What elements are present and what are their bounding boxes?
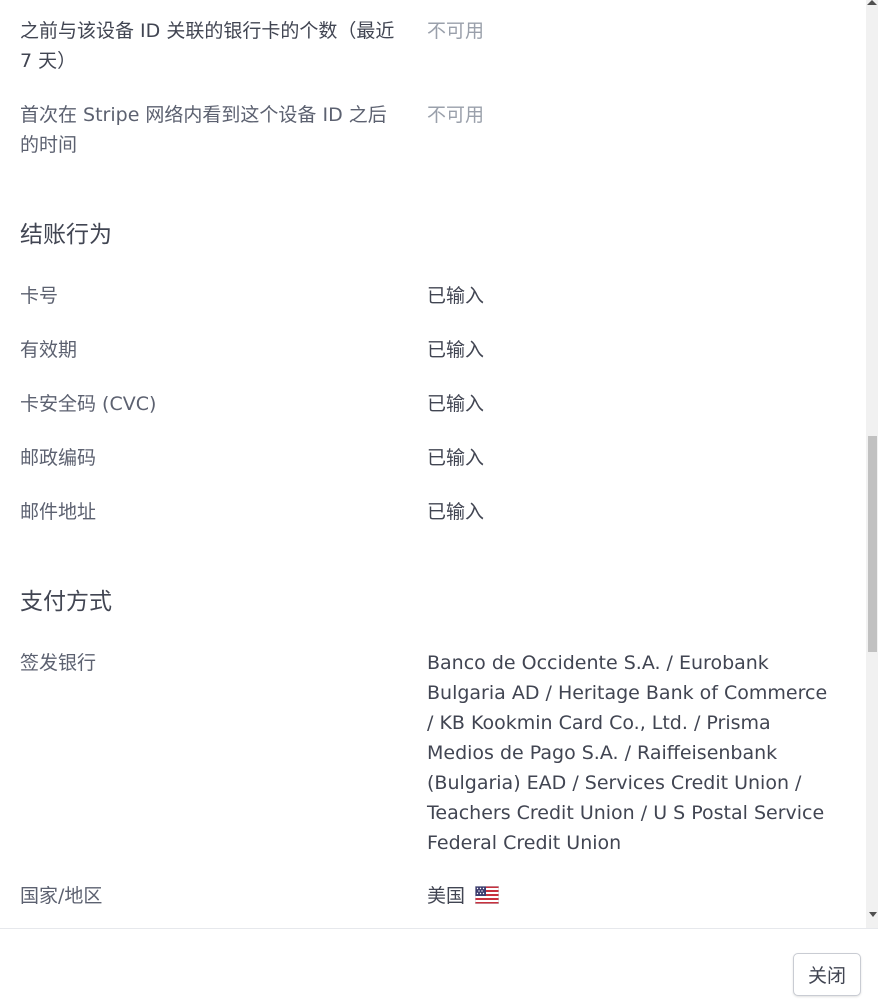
device-first-seen-label: 首次在 Stripe 网络内看到这个设备 ID 之后的时间 — [20, 104, 387, 156]
cvc-label: 卡安全码 (CVC) — [20, 393, 157, 415]
email-label: 邮件地址 — [20, 501, 97, 523]
issuing-bank-value: Banco de Occidente S.A. / Eurobank Bulga… — [427, 652, 828, 854]
us-flag-icon — [475, 886, 500, 904]
vertical-scrollbar[interactable] — [866, 0, 878, 928]
country-value: 美国 — [427, 881, 840, 911]
checkout-behavior-title: 结账行为 — [20, 222, 112, 248]
expiry-value: 已输入 — [427, 339, 485, 361]
device-first-seen-row: 首次在 Stripe 网络内看到这个设备 ID 之后的时间 不可用 — [20, 100, 840, 160]
cvc-row: 卡安全码 (CVC) 已输入 — [20, 389, 840, 419]
scrollbar-thumb[interactable] — [868, 436, 877, 652]
postal-code-value: 已输入 — [427, 447, 485, 469]
expiry-label: 有效期 — [20, 339, 78, 361]
postal-code-row: 邮政编码 已输入 — [20, 443, 840, 473]
card-number-row: 卡号 已输入 — [20, 281, 840, 311]
issuing-bank-row: 签发银行 Banco de Occidente S.A. / Eurobank … — [20, 648, 840, 858]
postal-code-label: 邮政编码 — [20, 447, 97, 469]
cvc-value: 已输入 — [427, 393, 485, 415]
country-row: 国家/地区 美国 — [20, 881, 840, 911]
issuing-bank-label: 签发银行 — [20, 652, 97, 674]
email-row: 邮件地址 已输入 — [20, 497, 840, 527]
email-value: 已输入 — [427, 501, 485, 523]
country-label: 国家/地区 — [20, 885, 103, 907]
device-card-count-label: 之前与该设备 ID 关联的银行卡的个数（最近 7 天） — [20, 20, 395, 72]
expiry-row: 有效期 已输入 — [20, 335, 840, 365]
device-first-seen-value: 不可用 — [427, 104, 485, 126]
card-number-value: 已输入 — [427, 285, 485, 307]
card-number-label: 卡号 — [20, 285, 59, 307]
payment-method-title: 支付方式 — [20, 589, 112, 615]
close-button[interactable]: 关闭 — [793, 953, 861, 996]
details-panel: 之前与该设备 ID 关联的银行卡的个数（最近 7 天） 不可用 首次在 Stri… — [0, 0, 866, 928]
country-name: 美国 — [427, 885, 466, 907]
device-card-count-row: 之前与该设备 ID 关联的银行卡的个数（最近 7 天） 不可用 — [20, 16, 840, 76]
device-card-count-value: 不可用 — [427, 20, 485, 42]
scroll-down-arrow-icon[interactable] — [869, 912, 877, 917]
dialog-footer: 关闭 — [0, 928, 878, 1004]
scroll-up-arrow-icon[interactable] — [867, 0, 877, 5]
